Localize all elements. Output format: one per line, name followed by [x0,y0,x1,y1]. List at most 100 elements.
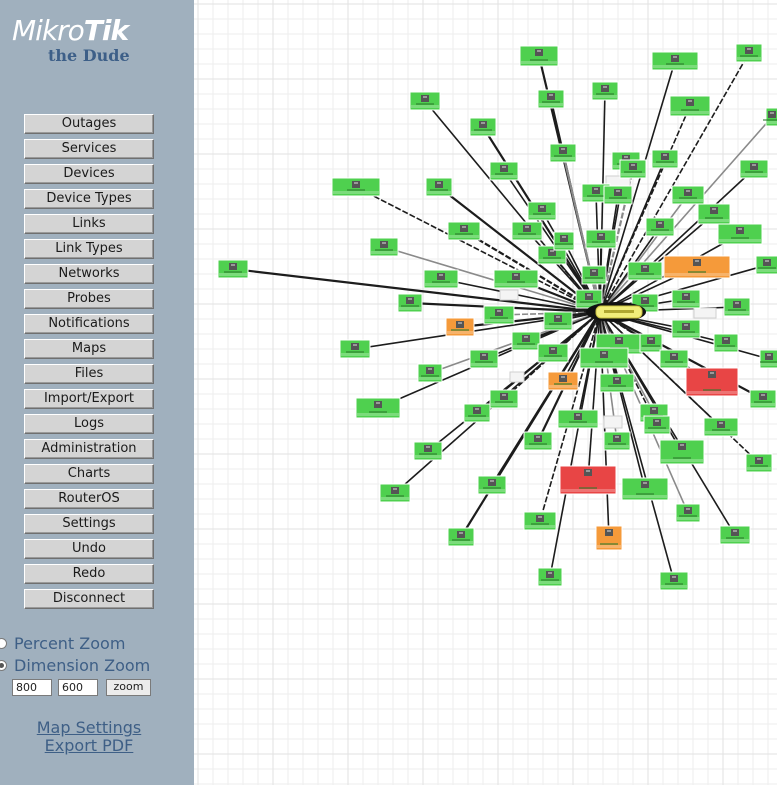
network-map-canvas[interactable] [194,0,777,785]
map-device[interactable] [579,347,629,369]
files-button[interactable]: Files [24,364,154,384]
map-device[interactable] [447,221,481,241]
maps-button[interactable]: Maps [24,339,154,359]
settings-button[interactable]: Settings [24,514,154,534]
map-device[interactable] [553,231,575,251]
map-device[interactable] [537,567,563,587]
export-pdf-link[interactable]: Export PDF [0,737,178,755]
map-device[interactable] [675,503,701,523]
map-device[interactable] [591,81,619,101]
map-device[interactable] [603,185,633,205]
map-device[interactable] [339,339,371,359]
percent-zoom-option[interactable]: Percent Zoom [0,632,194,654]
map-device[interactable] [217,259,249,279]
outages-button[interactable]: Outages [24,114,154,134]
map-device[interactable] [559,465,617,495]
map-device[interactable] [671,319,701,339]
undo-button[interactable]: Undo [24,539,154,559]
map-device[interactable] [643,415,671,435]
map-device[interactable] [493,269,539,289]
map-device[interactable] [511,331,541,351]
map-device[interactable] [619,159,647,179]
map-device[interactable] [331,177,381,197]
map-device[interactable] [425,177,453,197]
map-device[interactable] [663,255,731,279]
map-device[interactable] [651,149,679,169]
map-device[interactable] [595,525,623,551]
notifications-button[interactable]: Notifications [24,314,154,334]
charts-button[interactable]: Charts [24,464,154,484]
map-device[interactable] [489,161,519,181]
dimension-zoom-option[interactable]: Dimension Zoom [0,654,194,676]
map-device[interactable] [659,571,689,591]
map-device[interactable] [763,107,777,127]
map-device[interactable] [523,511,557,531]
map-device[interactable] [739,159,769,179]
zoom-width-input[interactable] [12,679,52,696]
map-device[interactable] [759,349,777,369]
map-device[interactable] [369,237,399,257]
links-button[interactable]: Links [24,214,154,234]
map-device[interactable] [749,389,777,409]
link-label[interactable] [499,289,519,301]
map-device[interactable] [755,255,777,275]
map-device[interactable] [523,431,553,451]
map-device[interactable] [469,117,497,137]
map-device[interactable] [519,45,559,67]
map-device[interactable] [669,95,711,117]
probes-button[interactable]: Probes [24,289,154,309]
map-device[interactable] [549,143,577,163]
zoom-height-input[interactable] [58,679,98,696]
map-hub-device[interactable] [586,302,646,322]
map-device[interactable] [645,217,675,237]
map-device[interactable] [671,185,705,205]
map-device[interactable] [527,201,557,221]
routeros-button[interactable]: RouterOS [24,489,154,509]
disconnect-button[interactable]: Disconnect [24,589,154,609]
link-label[interactable] [693,307,717,319]
devices-button[interactable]: Devices [24,164,154,184]
map-device[interactable] [469,349,499,369]
map-device[interactable] [639,333,663,353]
map-device[interactable] [397,293,423,313]
map-device[interactable] [685,367,739,397]
map-device[interactable] [723,297,751,317]
map-device[interactable] [719,525,751,545]
map-device[interactable] [671,289,701,309]
device-types-button[interactable]: Device Types [24,189,154,209]
map-device[interactable] [477,475,507,495]
map-device[interactable] [489,389,519,409]
map-device[interactable] [543,311,573,331]
link-label[interactable] [509,371,525,383]
map-device[interactable] [659,349,689,369]
redo-button[interactable]: Redo [24,564,154,584]
map-device[interactable] [557,409,599,429]
map-device[interactable] [735,43,763,63]
map-device[interactable] [537,343,569,363]
network-map[interactable] [194,0,777,785]
map-device[interactable] [717,223,763,245]
map-device[interactable] [463,403,491,423]
map-device[interactable] [379,483,411,503]
map-device[interactable] [417,363,443,383]
logs-button[interactable]: Logs [24,414,154,434]
map-device[interactable] [585,229,617,249]
map-device[interactable] [547,371,579,391]
map-device[interactable] [413,441,443,461]
map-device[interactable] [599,373,635,393]
map-device[interactable] [603,431,631,451]
map-device[interactable] [409,91,441,111]
map-device[interactable] [511,221,543,241]
map-device[interactable] [627,261,663,281]
dimension-zoom-radio[interactable] [0,659,7,671]
map-settings-link[interactable]: Map Settings [0,719,178,737]
services-button[interactable]: Services [24,139,154,159]
administration-button[interactable]: Administration [24,439,154,459]
import-export-button[interactable]: Import/Export [24,389,154,409]
map-device[interactable] [483,305,515,325]
map-device[interactable] [621,477,669,501]
map-device[interactable] [651,51,699,71]
map-device[interactable] [537,89,565,109]
map-device[interactable] [355,397,401,419]
zoom-button[interactable]: zoom [106,679,151,696]
